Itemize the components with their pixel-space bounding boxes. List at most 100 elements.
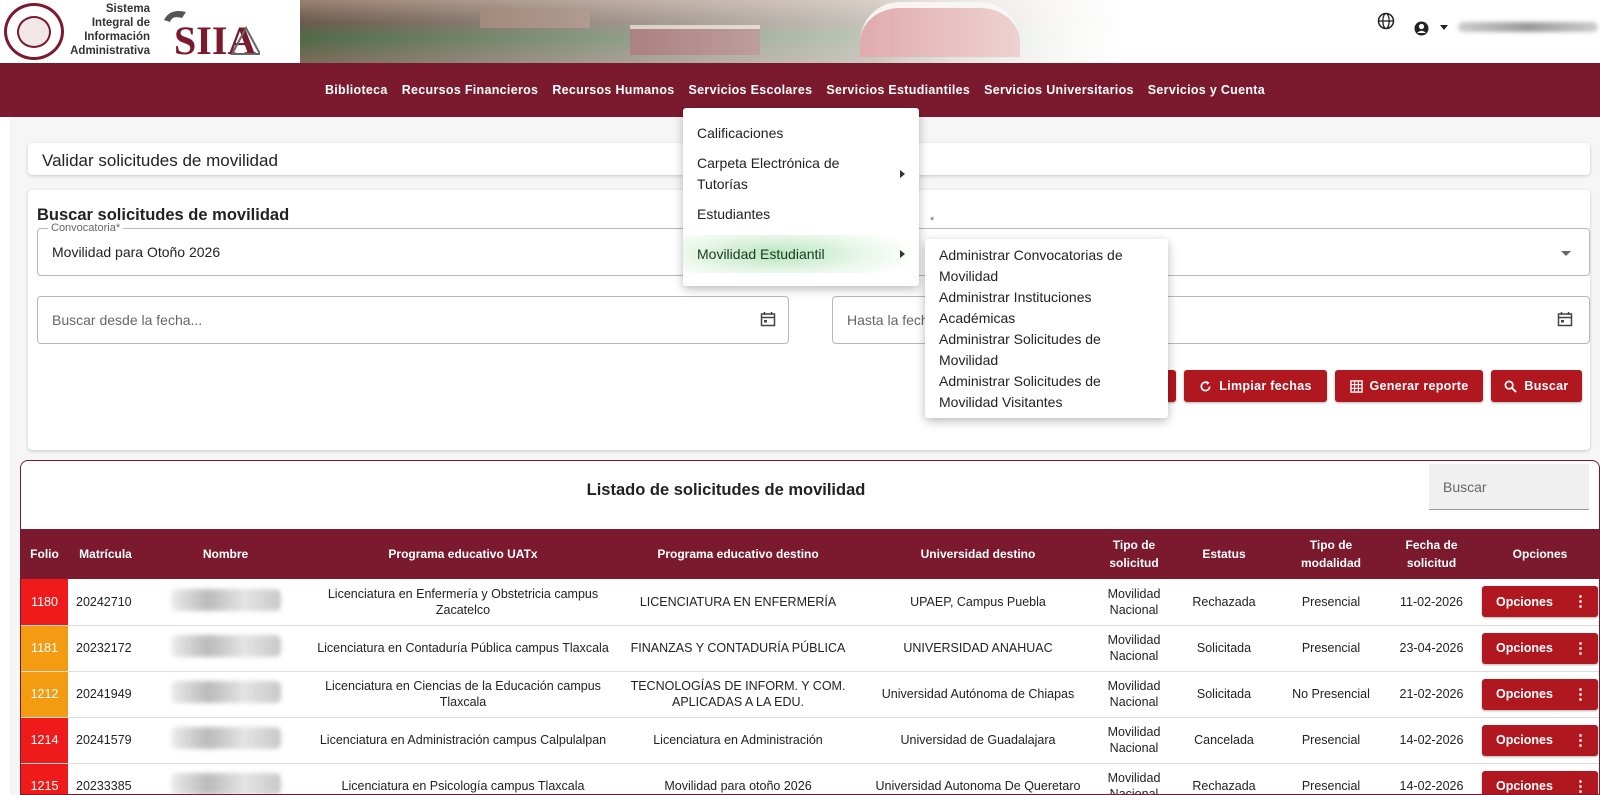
universidad-cell: Universidad de Guadalajara: [858, 717, 1098, 764]
convocatoria-value: Movilidad para Otoño 2026: [52, 244, 221, 260]
generar-reporte-button[interactable]: Generar reporte: [1335, 370, 1483, 402]
nav-servicios-y-cuenta[interactable]: Servicios y Cuenta: [1141, 83, 1272, 97]
system-name: Sistema Integral de Información Administ…: [70, 3, 150, 57]
universidad-cell: UPAEP, Campus Puebla: [858, 579, 1098, 626]
redacted-name: [170, 588, 281, 611]
redacted-name: [170, 773, 281, 794]
chevron-right-icon: [900, 250, 905, 258]
refresh-icon: [1200, 380, 1211, 391]
matricula-cell: 20233385: [68, 763, 143, 794]
limpiar-fechas-button[interactable]: Limpiar fechas: [1184, 370, 1327, 402]
submenu-item-instituciones[interactable]: Administrar Instituciones Académicas: [939, 287, 1159, 329]
top-header: Sistema Integral de Información Administ…: [0, 0, 1600, 63]
programa-uatx-cell: Licenciatura en Contaduría Pública campu…: [308, 625, 618, 672]
programa-destino-cell: LICENCIATURA EN ENFERMERÍA: [618, 579, 858, 626]
estatus-cell: Solicitada: [1170, 671, 1278, 718]
folio-cell: 1181: [21, 625, 68, 672]
chevron-down-icon: [1561, 251, 1571, 256]
opciones-button[interactable]: Opciones ⋮: [1482, 770, 1598, 794]
redacted-name: [170, 681, 281, 703]
fecha-cell: 14-02-2026: [1384, 763, 1479, 794]
kebab-menu-icon: ⋮: [1573, 639, 1588, 657]
opciones-button[interactable]: Opciones ⋮: [1482, 678, 1598, 710]
buscar-button[interactable]: Buscar: [1491, 370, 1582, 402]
fecha-cell: 21-02-2026: [1384, 671, 1479, 718]
col-folio: Folio: [30, 547, 59, 561]
kebab-menu-icon: ⋮: [1573, 593, 1588, 611]
col-matricula: Matrícula: [79, 547, 132, 561]
programa-destino-cell: Licenciatura en Administración: [618, 717, 858, 764]
desde-placeholder: Buscar desde la fecha...: [52, 312, 203, 328]
modalidad-cell: Presencial: [1278, 579, 1384, 626]
nombre-cell: [143, 717, 308, 764]
menu-item-carpeta-tutorias[interactable]: Carpeta Electrónica de Tutorías: [683, 153, 919, 197]
opciones-cell: Opciones ⋮: [1479, 671, 1599, 718]
solicitudes-table: Folio Matrícula Nombre Programa educativ…: [21, 529, 1599, 794]
page-title: Validar solicitudes de movilidad: [42, 151, 278, 170]
calendar-icon[interactable]: [1557, 311, 1573, 327]
col-fecha: Fecha de solicitud: [1405, 538, 1458, 570]
universidad-cell: Universidad Autonoma De Queretaro: [858, 763, 1098, 794]
globe-icon[interactable]: [1377, 12, 1395, 30]
opciones-cell: Opciones ⋮: [1479, 625, 1599, 672]
folio-cell: 1215: [21, 763, 68, 794]
siia-logo: SIIA: [164, 11, 260, 58]
nav-servicios-estudiantiles[interactable]: Servicios Estudiantiles: [819, 83, 977, 97]
user-icon[interactable]: [1414, 21, 1429, 36]
svg-text:SIIA: SIIA: [174, 18, 256, 58]
tipo-cell: Movilidad Nacional: [1098, 579, 1170, 626]
estatus-cell: Solicitada: [1170, 625, 1278, 672]
nav-servicios-universitarios[interactable]: Servicios Universitarios: [977, 83, 1141, 97]
movilidad-submenu: Administrar Convocatorias de Movilidad A…: [925, 239, 1168, 418]
programa-uatx-cell: Licenciatura en Administración campus Ca…: [308, 717, 618, 764]
programa-destino-cell: Movilidad para otoño 2026: [618, 763, 858, 794]
modalidad-cell: No Presencial: [1278, 671, 1384, 718]
nombre-cell: [143, 579, 308, 626]
second-select-label: *: [930, 215, 935, 227]
desde-date-input[interactable]: Buscar desde la fecha...: [37, 296, 789, 344]
programa-uatx-cell: Licenciatura en Ciencias de la Educación…: [308, 671, 618, 718]
nombre-cell: [143, 671, 308, 718]
col-opciones: Opciones: [1512, 547, 1568, 561]
modalidad-cell: Presencial: [1278, 763, 1384, 794]
fecha-cell: 23-04-2026: [1384, 625, 1479, 672]
submenu-item-convocatorias[interactable]: Administrar Convocatorias de Movilidad: [939, 245, 1159, 287]
list-search-input[interactable]: Buscar: [1429, 464, 1589, 510]
nav-recursos-humanos[interactable]: Recursos Humanos: [545, 83, 681, 97]
table-row: 1215 20233385 Licenciatura en Psicología…: [21, 763, 1599, 794]
table-grid-icon: [1349, 379, 1363, 393]
list-title: Listado de solicitudes de movilidad: [586, 481, 866, 499]
universidad-cell: UNIVERSIDAD ANAHUAC: [858, 625, 1098, 672]
nav-servicios-escolares[interactable]: Servicios Escolares: [682, 83, 820, 97]
nav-biblioteca[interactable]: Biblioteca: [318, 83, 395, 97]
menu-item-calificaciones[interactable]: Calificaciones: [683, 123, 919, 147]
table-row: 1214 20241579 Licenciatura en Administra…: [21, 717, 1599, 764]
menu-item-movilidad-estudiantil[interactable]: Movilidad Estudiantil: [683, 235, 919, 273]
calendar-icon[interactable]: [760, 311, 776, 327]
submenu-item-solicitudes[interactable]: Administrar Solicitudes de Movilidad: [939, 329, 1159, 371]
matricula-cell: 20241949: [68, 671, 143, 718]
table-row: 1212 20241949 Licenciatura en Ciencias d…: [21, 671, 1599, 718]
opciones-button[interactable]: Opciones ⋮: [1482, 632, 1598, 664]
user-menu-caret-icon[interactable]: [1440, 25, 1448, 30]
convocatoria-select[interactable]: Convocatoria* Movilidad para Otoño 2026: [37, 222, 787, 276]
estatus-cell: Rechazada: [1170, 579, 1278, 626]
menu-item-estudiantes[interactable]: Estudiantes: [683, 204, 919, 228]
list-card: Listado de solicitudes de movilidad Busc…: [20, 460, 1600, 795]
convocatoria-label: Convocatoria*: [48, 222, 124, 234]
col-universidad: Universidad destino: [920, 547, 1036, 561]
nombre-cell: [143, 625, 308, 672]
tipo-cell: Movilidad Nacional: [1098, 717, 1170, 764]
redacted-name: [170, 727, 281, 749]
user-name-redacted[interactable]: [1458, 22, 1598, 32]
modalidad-cell: Presencial: [1278, 625, 1384, 672]
tipo-cell: Movilidad Nacional: [1098, 763, 1170, 794]
nav-recursos-financieros[interactable]: Recursos Financieros: [395, 83, 546, 97]
servicios-escolares-menu: Calificaciones Carpeta Electrónica de Tu…: [683, 108, 919, 286]
chevron-right-icon: [900, 170, 905, 178]
opciones-button[interactable]: Opciones ⋮: [1482, 586, 1598, 618]
folio-cell: 1214: [21, 717, 68, 764]
submenu-item-solicitudes-visitantes[interactable]: Administrar Solicitudes de Movilidad Vis…: [939, 371, 1159, 413]
university-seal-logo: [4, 3, 64, 60]
opciones-button[interactable]: Opciones ⋮: [1482, 724, 1598, 756]
